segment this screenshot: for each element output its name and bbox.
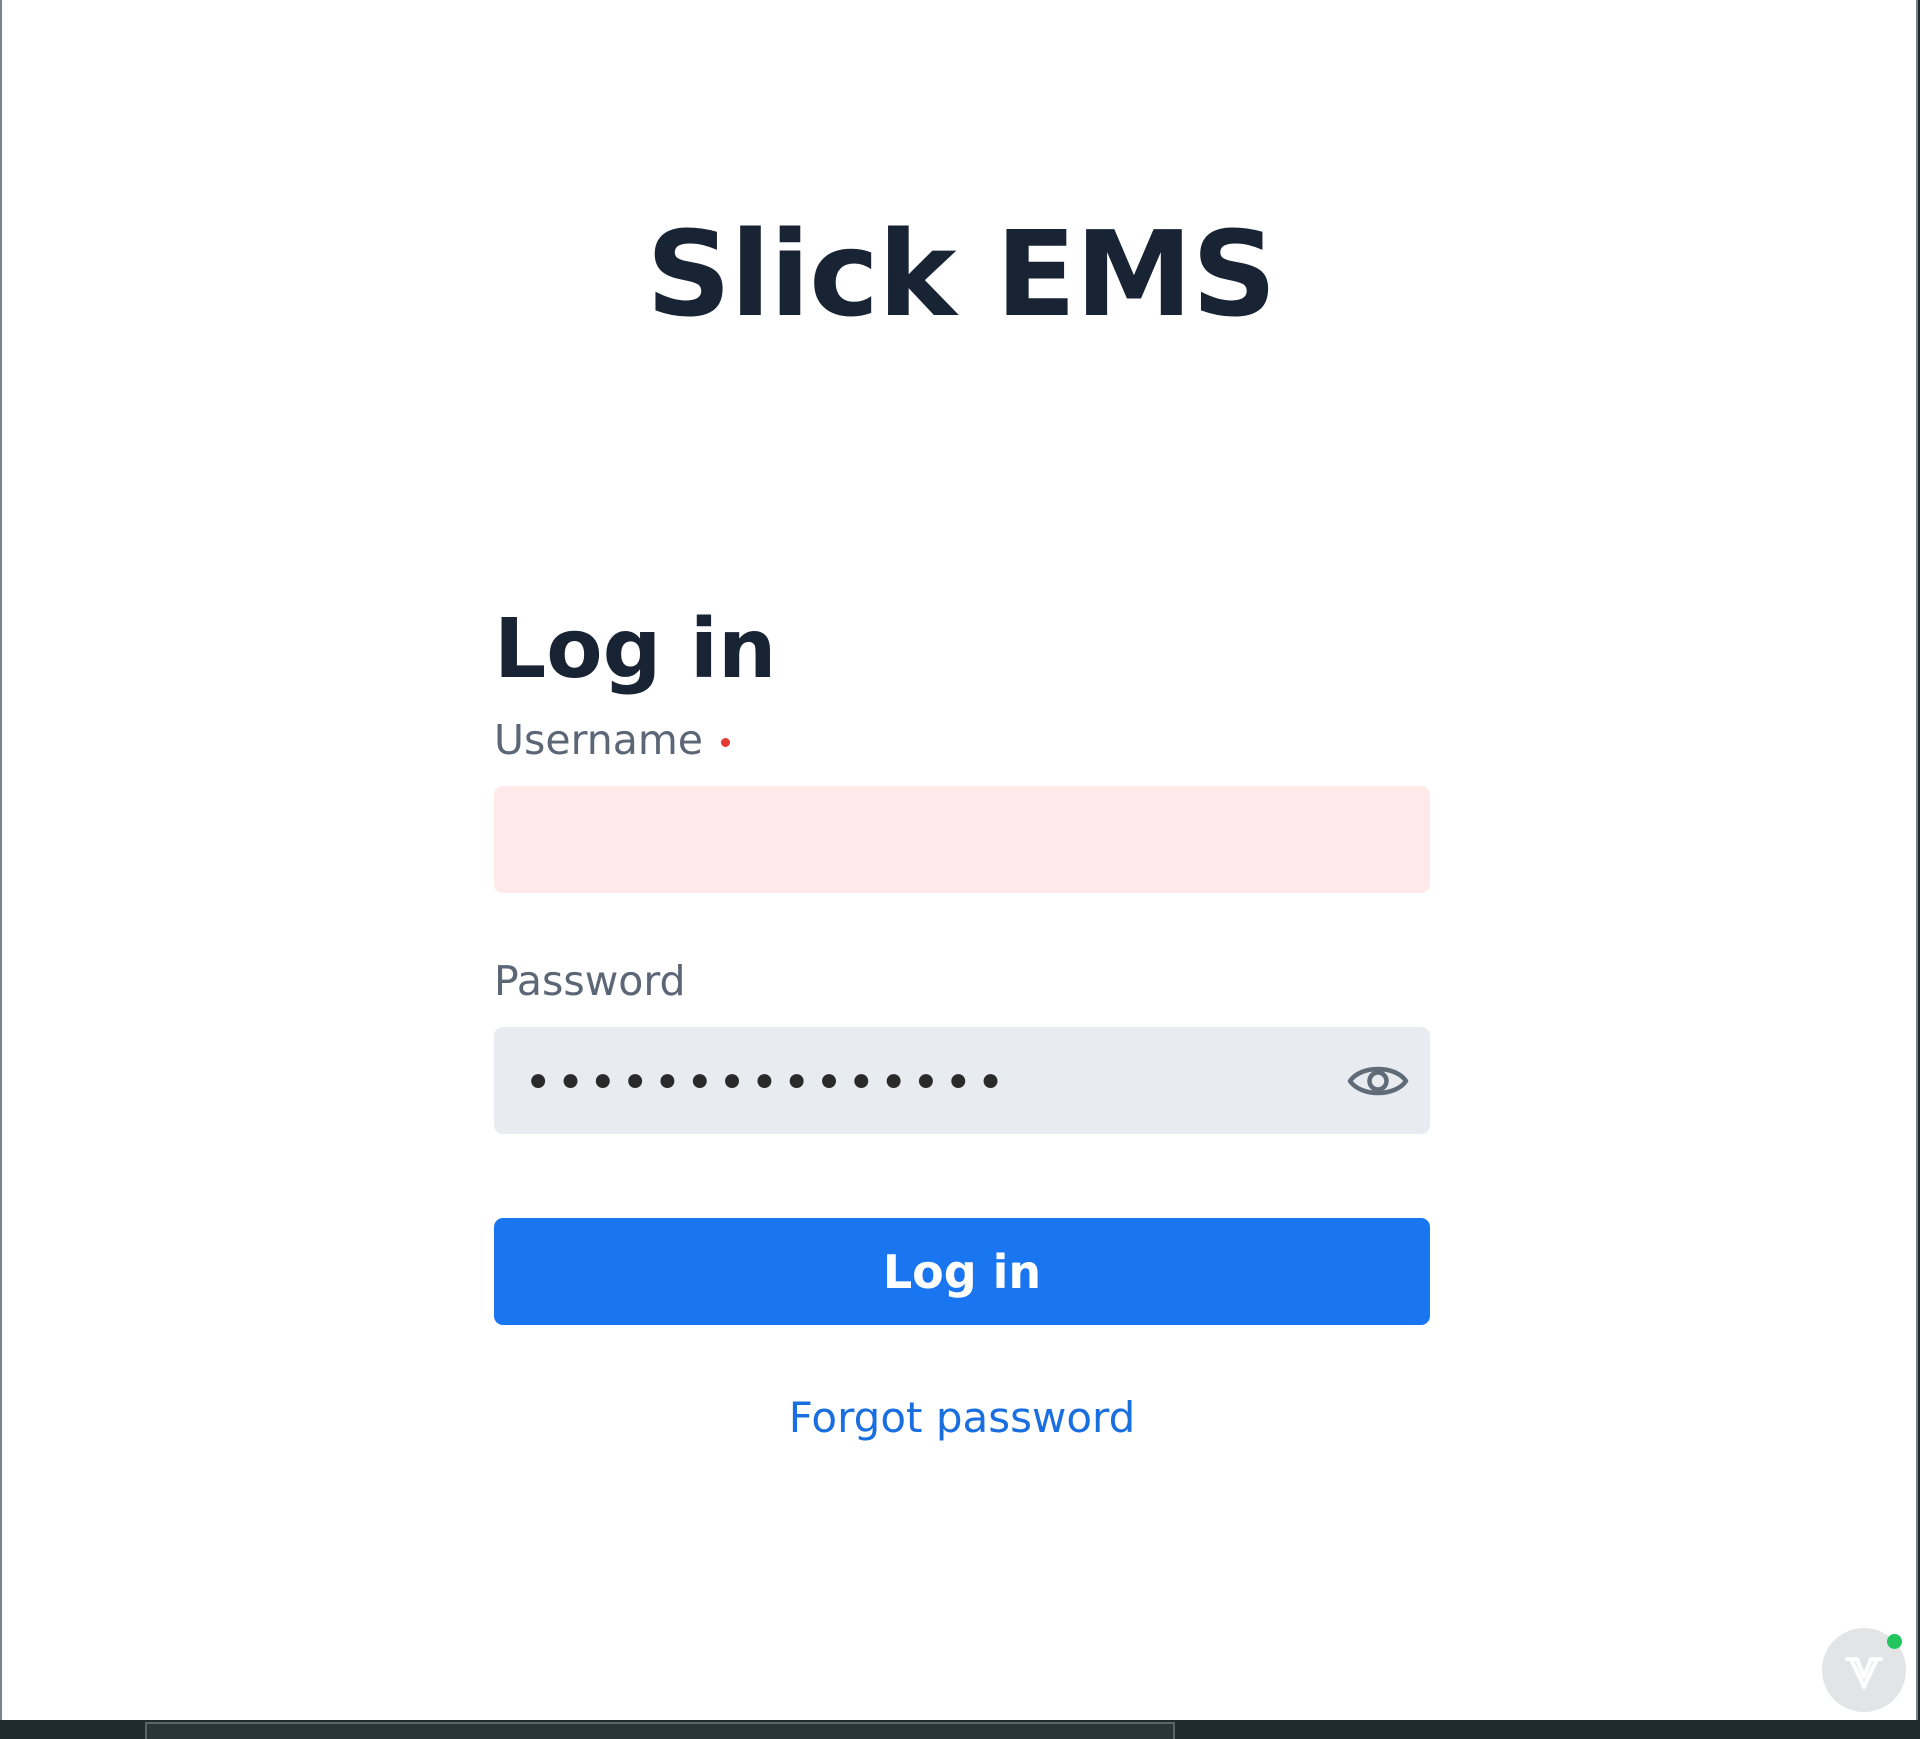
- password-field-container: [494, 1027, 1430, 1134]
- password-label-text: Password: [494, 957, 686, 1005]
- show-password-toggle[interactable]: [1346, 1053, 1410, 1109]
- password-input[interactable]: [494, 1027, 1430, 1134]
- login-form: Log in Username Password Log in Forgot p…: [494, 590, 1430, 1442]
- username-input[interactable]: [494, 786, 1430, 893]
- required-indicator: [721, 737, 731, 747]
- devtools-logo-icon: [1845, 1657, 1883, 1689]
- username-label-text: Username: [494, 716, 704, 764]
- login-heading: Log in: [494, 602, 777, 697]
- eye-icon: [1347, 1066, 1409, 1096]
- taskbar-window-slot: [145, 1722, 1175, 1739]
- username-label: Username: [494, 710, 1430, 770]
- password-label: Password: [494, 951, 1430, 1011]
- app-window: Slick EMS Log in Username Password Log i…: [0, 0, 1918, 1720]
- app-title: Slick EMS: [646, 205, 1276, 343]
- status-dot: [1887, 1634, 1902, 1649]
- username-field-container: [494, 786, 1430, 893]
- devtools-badge[interactable]: [1822, 1628, 1906, 1712]
- login-button[interactable]: Log in: [494, 1218, 1430, 1325]
- taskbar-strip: [0, 1720, 1920, 1739]
- forgot-password-link[interactable]: Forgot password: [494, 1393, 1430, 1442]
